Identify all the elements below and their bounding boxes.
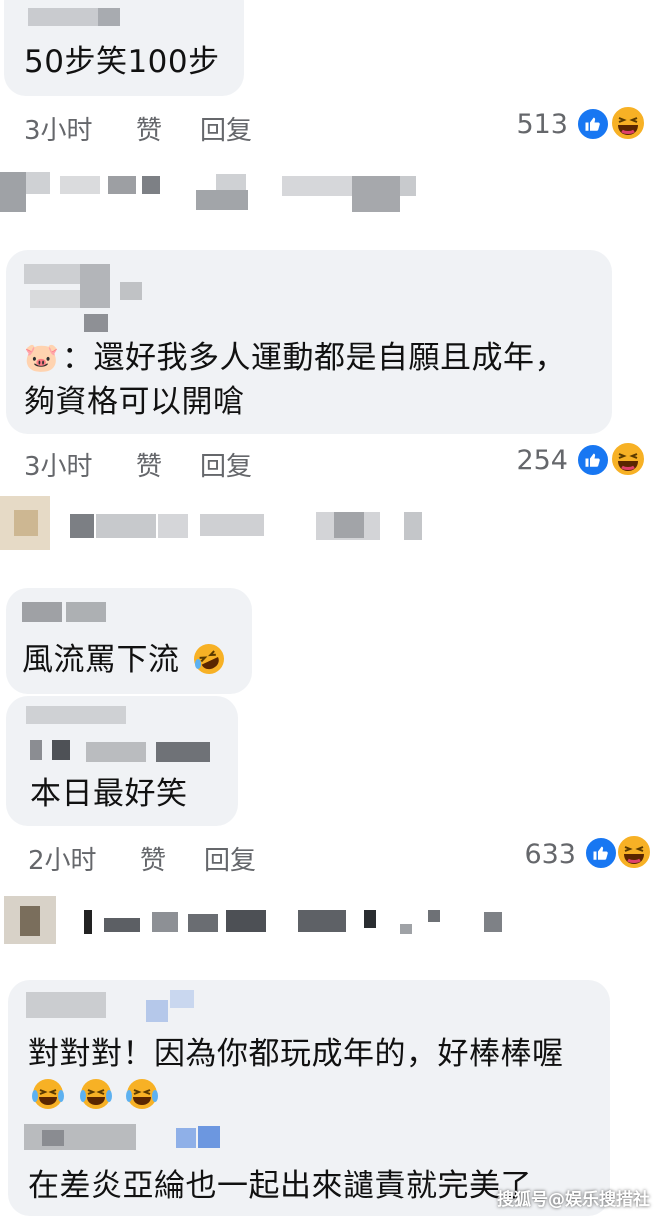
blurred-name [30,290,80,308]
blurred-text [200,514,264,536]
crying-laughing-emoji-icon [126,1079,158,1109]
blurred-name [170,990,194,1008]
blurred-text [226,910,266,932]
blurred-avatar [14,510,38,536]
blurred-text [188,914,218,932]
blurred-text [404,512,422,540]
blurred-text [196,190,248,210]
blurred-text [400,924,412,934]
blurred-text [104,918,140,932]
blurred-text [334,512,364,538]
crying-laughing-emoji-row [30,1076,170,1112]
blurred-name [80,264,110,308]
blurred-text [96,514,156,538]
like-link[interactable]: 赞 [140,840,166,877]
comment-text: ：還好我多人運動都是自願且成年， [62,340,566,376]
blurred-text [216,174,246,190]
blurred-text [428,910,440,922]
comment-text: 對對對！因為你都玩成年的，好棒棒喔 [28,1036,564,1072]
haha-reaction-icon [616,834,652,870]
blurred-name [52,740,70,760]
blurred-name [22,602,62,622]
like-reaction-icon [584,836,618,870]
crying-laughing-emoji-icon [32,1079,64,1109]
blurred-name [198,1126,220,1148]
blurred-name [86,742,146,762]
blurred-text [60,176,100,194]
blurred-text [108,176,136,194]
reaction-count: 513 [516,109,568,140]
watermark: 搜狐号@娱乐搜措社 [497,1190,650,1210]
blurred-text [364,910,376,928]
blurred-text [70,514,94,538]
blurred-name [24,1124,136,1150]
pig-emoji: 🐷 [24,341,60,374]
blurred-name [26,992,106,1018]
blurred-name [176,1128,196,1148]
like-reaction-icon [576,107,610,141]
comment-text: 夠資格可以開嗆 [24,384,245,420]
blurred-text [400,176,416,196]
like-link[interactable]: 赞 [136,110,162,147]
rofl-emoji-icon [194,644,224,674]
blurred-name [24,264,80,284]
blurred-text [484,912,502,932]
blurred-name [156,742,210,762]
blurred-name [98,8,120,26]
reply-link[interactable]: 回复 [204,840,256,877]
blurred-name [28,8,98,26]
blurred-text [152,912,178,932]
blurred-name [42,1130,64,1146]
comment-text: 本日最好笑 [30,776,188,812]
blurred-text [298,910,346,932]
blurred-name [120,282,142,300]
reply-link[interactable]: 回复 [200,110,252,147]
comment-time: 3小时 [24,452,93,482]
blurred-text [282,176,352,196]
blurred-name [26,706,126,724]
crying-laughing-emoji-icon [80,1079,112,1109]
comment-text: 風流罵下流 [22,642,180,678]
blurred-name [146,1000,168,1022]
reaction-count: 254 [516,445,568,476]
blurred-name [30,740,42,760]
comment-time: 2小时 [28,846,97,876]
blurred-text [352,176,400,212]
comment-time: 3小时 [24,116,93,146]
blurred-name [66,602,106,622]
comment-text: 在差炎亞綸也一起出來譴責就完美了 [28,1168,532,1204]
blurred-avatar [0,172,26,212]
reaction-count: 633 [524,839,576,870]
comment-text: 50步笑100步 [24,44,220,80]
like-reaction-icon [576,443,610,477]
blurred-text [26,172,50,194]
blurred-text [158,514,188,538]
reply-link[interactable]: 回复 [200,446,252,483]
blurred-text [84,910,92,934]
blurred-text [142,176,160,194]
haha-reaction-icon [610,441,646,477]
blurred-avatar [20,906,40,936]
blurred-name [84,314,108,332]
haha-reaction-icon [610,105,646,141]
like-link[interactable]: 赞 [136,446,162,483]
